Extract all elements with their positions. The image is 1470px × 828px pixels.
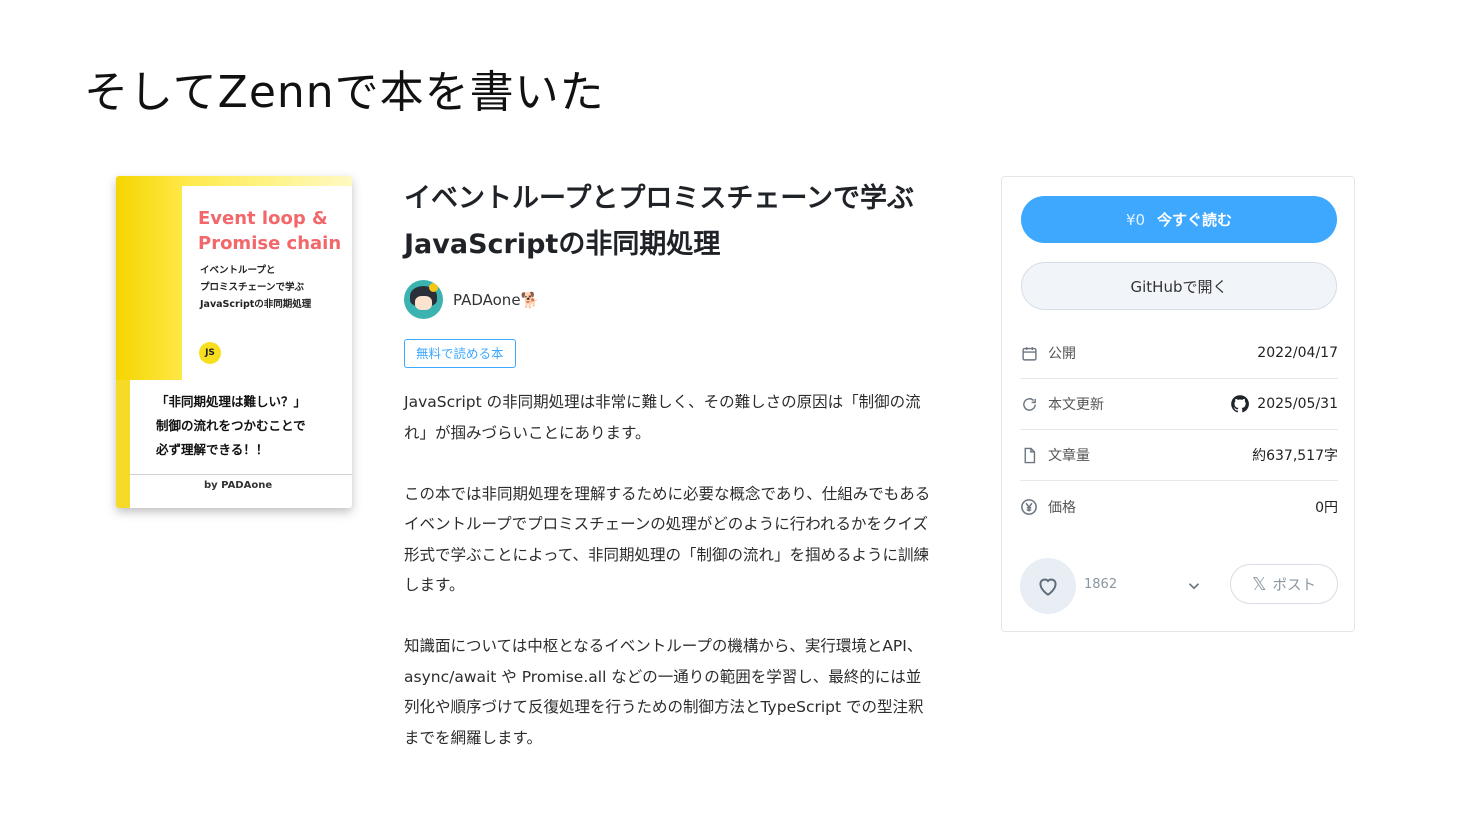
meta-label: 文章量: [1048, 448, 1090, 464]
meta-value-wrapper[interactable]: 2025/05/31: [1230, 394, 1338, 414]
heart-icon: [1039, 578, 1057, 596]
read-now-label: 今すぐ読む: [1157, 211, 1233, 229]
cover-catch-copy: 「非同期処理は難しい？」 制御の流れをつかむことで 必ず理解できる！！: [156, 394, 307, 457]
cover-english-title: Event loop & Promise chain: [198, 208, 342, 254]
description-paragraph: JavaScript の非同期処理は非常に難しく、その難しさの原因は「制御の流れ…: [404, 393, 921, 442]
book-title: イベントループとプロミスチェーンで学ぶJavaScriptの非同期処理: [404, 183, 915, 260]
meta-value: 約637,517字: [1252, 448, 1338, 464]
book-cover[interactable]: Event loop & Promise chain イベントループと プロミス…: [116, 176, 352, 508]
book-sidebar-card: ¥0 今すぐ読む GitHubで開く 公開 2022/04/17 本文更新 20…: [1001, 176, 1355, 632]
meta-label: 公開: [1048, 346, 1076, 362]
document-icon: [1020, 446, 1038, 464]
refresh-icon: [1020, 395, 1038, 413]
cover-divider: [130, 474, 352, 475]
cover-byline: by PADAone: [204, 480, 273, 491]
x-logo-icon: 𝕏: [1251, 573, 1267, 595]
meta-label: 価格: [1048, 499, 1076, 516]
meta-value: 2022/04/17: [1257, 345, 1338, 361]
author-name[interactable]: PADAone🐕: [453, 291, 539, 309]
free-badge: 無料で読める本: [404, 339, 516, 368]
like-button[interactable]: [1020, 558, 1076, 614]
description-paragraph: 知識面については中枢となるイベントループの機構から、実行環境とAPI、async…: [404, 637, 924, 747]
author-link[interactable]: PADAone🐕: [404, 280, 539, 319]
post-label: ポスト: [1272, 577, 1317, 594]
post-x-button[interactable]: 𝕏 ポスト: [1230, 564, 1338, 604]
cover-japanese-subtitle: イベントループと プロミスチェーンで学ぶ JavaScriptの非同期処理: [200, 265, 312, 310]
meta-row-length: 文章量 約637,517字: [1020, 430, 1338, 481]
calendar-icon: [1020, 344, 1038, 362]
read-now-button[interactable]: ¥0 今すぐ読む: [1021, 196, 1337, 243]
book-description: JavaScript の非同期処理は非常に難しく、その難しさの原因は「制御の流れ…: [404, 387, 934, 784]
meta-row-published: 公開 2022/04/17: [1020, 328, 1338, 379]
yen-icon: [1020, 498, 1038, 516]
open-github-button[interactable]: GitHubで開く: [1021, 262, 1337, 310]
github-icon: [1231, 395, 1250, 413]
cover-side-strip: [116, 380, 130, 508]
chevron-down-icon[interactable]: [1185, 577, 1203, 595]
meta-row-updated: 本文更新 2025/05/31: [1020, 379, 1338, 430]
read-price: ¥0: [1125, 210, 1146, 229]
avatar[interactable]: [404, 280, 443, 319]
meta-value: 2025/05/31: [1257, 396, 1338, 412]
description-paragraph: この本では非同期処理を理解するために必要な概念であり、仕組みでもあるイベントルー…: [404, 484, 931, 595]
meta-label: 本文更新: [1048, 397, 1104, 413]
like-count: 1862: [1084, 577, 1118, 592]
meta-value: 0円: [1315, 499, 1338, 516]
meta-row-price: 価格 0円: [1020, 481, 1338, 532]
js-logo-icon: JS: [199, 342, 221, 364]
slide-title: そしてZennで本を書いた: [84, 67, 605, 118]
